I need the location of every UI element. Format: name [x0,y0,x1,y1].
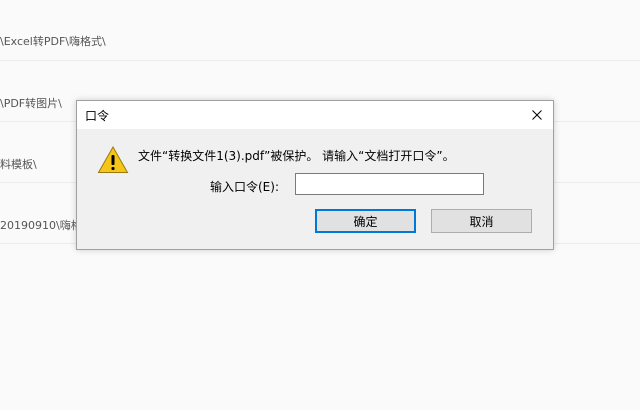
password-input[interactable] [295,173,484,195]
password-label: 输入口令(E): [210,180,279,194]
ok-button[interactable]: 确定 [315,209,416,233]
dialog-title: 口令 [85,109,110,123]
folder-path: \PDF转图片\ [0,97,62,110]
warning-icon [97,145,129,173]
password-dialog: 口令 文件“转换文件1(3).pdf”被保护。 请输入“文档打开口令”。 输入口… [76,100,554,250]
cancel-button[interactable]: 取消 [431,209,532,233]
close-button[interactable] [521,101,553,129]
dialog-message: 文件“转换文件1(3).pdf”被保护。 请输入“文档打开口令”。 [138,149,455,163]
folder-path: 料模板\ [0,158,37,171]
close-icon [532,110,542,120]
list-item[interactable]: \Excel转PDF\嗨格式\ [0,0,640,61]
dialog-titlebar[interactable]: 口令 [77,101,553,129]
folder-path: \Excel转PDF\嗨格式\ [0,35,106,48]
